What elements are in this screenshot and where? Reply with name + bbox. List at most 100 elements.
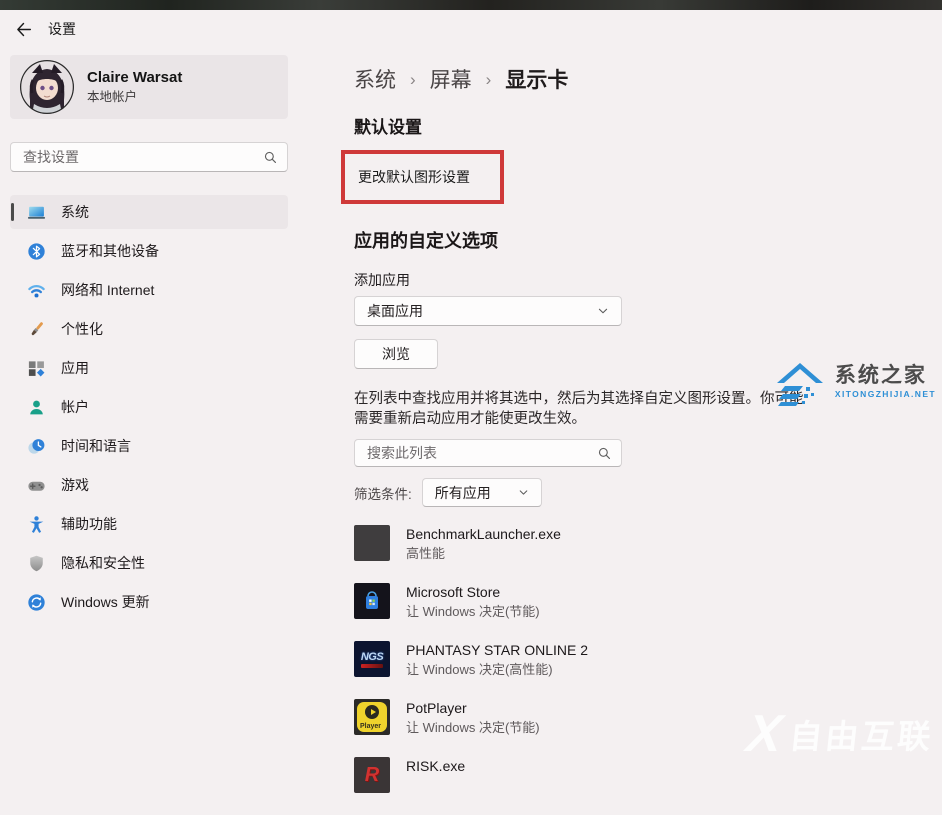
pso2-logo-bar	[361, 664, 383, 668]
xitongzhijia-domain: XITONGZHIJIA.NET	[835, 390, 936, 399]
app-row-text: Microsoft Store 让 Windows 决定(节能)	[406, 583, 540, 621]
sidebar-item-time-language[interactable]: 时间和语言	[10, 429, 288, 463]
accounts-icon	[27, 398, 46, 417]
gaming-icon	[27, 476, 46, 495]
list-search-input[interactable]	[365, 444, 597, 462]
benchmark-app-icon	[354, 525, 390, 561]
app-name: PotPlayer	[406, 699, 540, 717]
sidebar-item-label: 应用	[61, 358, 89, 378]
app-preference: 让 Windows 决定(节能)	[406, 719, 540, 737]
breadcrumb-system[interactable]: 系统	[354, 64, 396, 94]
browse-button[interactable]: 浏览	[354, 339, 438, 369]
chevron-down-icon	[597, 305, 609, 317]
sidebar-item-label: 帐户	[61, 397, 89, 417]
app-row-text: BenchmarkLauncher.exe 高性能	[406, 525, 561, 563]
app-row[interactable]: R RISK.exe	[354, 757, 942, 793]
titlebar: 设置	[0, 10, 942, 48]
app-name: PHANTASY STAR ONLINE 2	[406, 641, 588, 659]
app-preference: 让 Windows 决定(节能)	[406, 603, 540, 621]
pso2-logo-text: NGS	[361, 651, 383, 663]
sidebar: Claire Warsat 本地帐户	[0, 48, 300, 815]
app-name: BenchmarkLauncher.exe	[406, 525, 561, 543]
user-profile[interactable]: Claire Warsat 本地帐户	[10, 55, 288, 119]
sidebar-item-accessibility[interactable]: 辅助功能	[10, 507, 288, 541]
app-type-selected-value: 桌面应用	[367, 301, 423, 321]
desktop-background-sliver	[0, 0, 942, 10]
sidebar-item-apps[interactable]: 应用	[10, 351, 288, 385]
breadcrumb-separator: ›	[410, 68, 416, 90]
app-title: 设置	[48, 19, 76, 39]
ziyouhulian-watermark: X 自由互联	[745, 708, 937, 760]
risk-logo-text: R	[365, 764, 379, 787]
app-row[interactable]: NGS PHANTASY STAR ONLINE 2 让 Windows 决定(…	[354, 641, 942, 677]
xitongzhijia-name: 系统之家	[835, 365, 936, 386]
sidebar-item-system[interactable]: 系统	[10, 195, 288, 229]
breadcrumb-graphics: 显示卡	[505, 64, 568, 94]
back-arrow-icon	[15, 21, 32, 38]
add-app-label: 添加应用	[354, 270, 942, 290]
breadcrumb: 系统 › 屏幕 › 显示卡	[354, 64, 942, 94]
bluetooth-icon	[27, 242, 46, 261]
search-icon	[597, 446, 612, 461]
sidebar-nav: 系统 蓝牙和其他设备	[10, 195, 288, 619]
app-name: Microsoft Store	[406, 583, 540, 601]
sidebar-item-bluetooth[interactable]: 蓝牙和其他设备	[10, 234, 288, 268]
app-preference: 让 Windows 决定(高性能)	[406, 661, 588, 679]
ziyouhulian-text: 自由互联	[787, 710, 936, 758]
app-row-text: PHANTASY STAR ONLINE 2 让 Windows 决定(高性能)	[406, 641, 588, 679]
app-type-dropdown[interactable]: 桌面应用	[354, 296, 622, 326]
user-name: Claire Warsat	[87, 69, 182, 88]
sidebar-item-network[interactable]: 网络和 Internet	[10, 273, 288, 307]
custom-options-heading: 应用的自定义选项	[354, 228, 942, 254]
filter-label: 筛选条件:	[354, 483, 412, 503]
windows-update-icon	[27, 593, 46, 612]
default-settings-heading: 默认设置	[354, 116, 942, 140]
sidebar-item-label: 网络和 Internet	[61, 280, 154, 300]
risk-app-icon: R	[354, 757, 390, 793]
app-name: RISK.exe	[406, 757, 465, 775]
xitongzhijia-watermark: 系统之家 XITONGZHIJIA.NET	[773, 356, 936, 408]
time-language-icon	[27, 437, 46, 456]
app-row[interactable]: BenchmarkLauncher.exe 高性能	[354, 525, 942, 561]
system-icon	[27, 203, 46, 222]
account-type: 本地帐户	[87, 90, 182, 106]
list-search-box[interactable]	[354, 439, 622, 467]
sidebar-item-label: 隐私和安全性	[61, 553, 145, 573]
sidebar-item-personalization[interactable]: 个性化	[10, 312, 288, 346]
breadcrumb-separator: ›	[486, 68, 492, 90]
sidebar-item-accounts[interactable]: 帐户	[10, 390, 288, 424]
filter-row: 筛选条件: 所有应用	[354, 478, 942, 507]
microsoft-store-app-icon	[354, 583, 390, 619]
settings-search-box[interactable]	[10, 142, 288, 172]
sidebar-item-label: 蓝牙和其他设备	[61, 241, 159, 261]
potplayer-logo-text: Player	[360, 723, 381, 730]
profile-text: Claire Warsat 本地帐户	[87, 69, 182, 105]
settings-search-input[interactable]	[21, 148, 263, 166]
sidebar-item-windows-update[interactable]: Windows 更新	[10, 585, 288, 619]
annotation-red-box: 更改默认图形设置	[341, 150, 504, 204]
privacy-shield-icon	[27, 554, 46, 573]
xitongzhijia-house-icon	[773, 356, 829, 408]
main-content: 系统 › 屏幕 › 显示卡 默认设置 更改默认图形设置 应用的自定义选项 添加应…	[354, 48, 942, 815]
app-list-description: 在列表中查找应用并将其选中，然后为其选择自定义图形设置。你可能需要重新启动应用才…	[354, 389, 806, 429]
ziyouhulian-x-logo: X	[745, 708, 785, 760]
app-row-text: RISK.exe	[406, 757, 465, 777]
potplayer-app-icon: Player	[354, 699, 390, 735]
change-default-graphics-link[interactable]: 更改默认图形设置	[358, 169, 470, 185]
pso2-app-icon: NGS	[354, 641, 390, 677]
filter-selected-value: 所有应用	[435, 483, 491, 503]
chevron-down-icon	[518, 487, 529, 498]
sidebar-item-gaming[interactable]: 游戏	[10, 468, 288, 502]
back-button[interactable]	[13, 19, 33, 39]
sidebar-item-label: 辅助功能	[61, 514, 117, 534]
sidebar-item-privacy[interactable]: 隐私和安全性	[10, 546, 288, 580]
network-icon	[27, 281, 46, 300]
personalization-icon	[27, 320, 46, 339]
search-icon	[263, 150, 278, 165]
sidebar-item-label: 时间和语言	[61, 436, 131, 456]
avatar	[20, 60, 74, 114]
filter-dropdown[interactable]: 所有应用	[422, 478, 542, 507]
breadcrumb-display[interactable]: 屏幕	[430, 64, 472, 94]
app-row[interactable]: Microsoft Store 让 Windows 决定(节能)	[354, 583, 942, 619]
app-preference: 高性能	[406, 545, 561, 563]
